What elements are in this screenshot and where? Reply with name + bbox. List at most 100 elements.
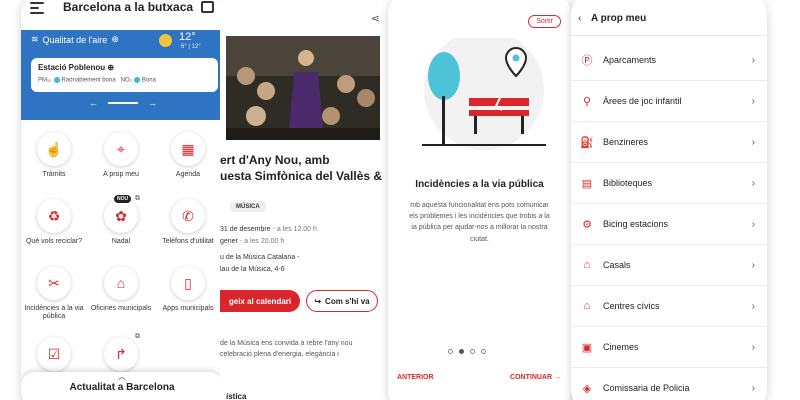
station-name: Estació Poblenou ⊕ bbox=[38, 63, 115, 72]
tile-label: Nadal bbox=[111, 238, 131, 245]
temperature: 12° bbox=[179, 31, 196, 43]
onboarding-description: mb aquesta funcionalitat ens pots comuni… bbox=[409, 202, 550, 243]
phone-icon: ✆ bbox=[171, 199, 205, 233]
list-item-aparcaments[interactable]: Ⓟ Aparcaments › bbox=[571, 40, 767, 81]
news-sheet-title: Actualitat a Barcelona bbox=[69, 382, 175, 393]
list-item-benzineres[interactable]: ⛽ Benzineres › bbox=[571, 122, 767, 163]
gift-icon: ✿ bbox=[104, 199, 138, 233]
page-dot-active[interactable] bbox=[459, 349, 464, 354]
fuel-icon: ⛽ bbox=[580, 136, 594, 149]
news-sheet[interactable]: ︿ Actualitat a Barcelona bbox=[21, 372, 223, 400]
share-arrow-icon: ↱ bbox=[104, 337, 138, 371]
chevron-right-icon: › bbox=[751, 300, 755, 312]
continue-button[interactable]: CONTINUAR → bbox=[510, 374, 561, 381]
air-quality-link[interactable]: ≋ Qualitat de l'aire ⊕ bbox=[31, 34, 119, 45]
cinema-icon: ▣ bbox=[581, 341, 593, 354]
station-card[interactable]: Estació Poblenou ⊕ PM₁₀ Raonablement bona… bbox=[31, 58, 218, 92]
chevron-right-icon: › bbox=[751, 177, 755, 189]
list-item-label: Biblioteques bbox=[603, 178, 653, 188]
arrow-left-icon[interactable]: ← bbox=[89, 98, 98, 108]
station-values: PM₁₀ Raonablement bona NO₂ Bona bbox=[38, 77, 156, 84]
previous-button[interactable]: ANTERIOR bbox=[397, 374, 434, 381]
external-link-icon: ⧉ bbox=[135, 333, 140, 340]
external-link-icon: ⧉ bbox=[135, 195, 140, 202]
list-item-label: Comissaria de Policia bbox=[603, 383, 690, 393]
chevron-right-icon: › bbox=[751, 259, 755, 271]
playground-icon: ⚲ bbox=[582, 95, 592, 108]
tile-agenda[interactable]: ▦ Agenda bbox=[155, 132, 221, 179]
location-pin-icon: ⌖ bbox=[104, 132, 138, 166]
page-dot[interactable] bbox=[448, 349, 453, 354]
list-item-cinemes[interactable]: ▣ Cinemes › bbox=[571, 327, 767, 368]
list-item-label: Casals bbox=[603, 260, 631, 270]
list-item-bicing[interactable]: ⚙ Bicing estacions › bbox=[571, 204, 767, 245]
arrow-right-icon[interactable]: → bbox=[148, 98, 157, 108]
directions-label: Com s'hi va bbox=[325, 296, 370, 306]
onboarding-screen: Sortir Incidències a la via pública mb a… bbox=[388, 0, 571, 400]
tile-nadal[interactable]: NOU ⧉ ✿ Nadal bbox=[88, 195, 154, 246]
tile-label: Incidències a la via pública bbox=[24, 305, 84, 321]
home-screen: Barcelona a la butxaca ≋ Qualitat de l'a… bbox=[21, 0, 223, 400]
list-item-label: Benzineres bbox=[603, 137, 649, 147]
directions-button[interactable]: ↪ Com s'hi va bbox=[306, 290, 378, 312]
chevron-right-icon: › bbox=[751, 136, 755, 148]
hamburger-icon[interactable] bbox=[30, 2, 44, 17]
chevron-right-icon: › bbox=[751, 218, 755, 230]
tile-share[interactable]: ⧉ ↱ bbox=[88, 333, 154, 371]
nearby-screen: ‹ A prop meu Ⓟ Aparcaments › ⚲ Àrees de … bbox=[571, 0, 767, 400]
chevron-right-icon: › bbox=[751, 95, 755, 107]
chevron-up-icon: ︿ bbox=[118, 372, 126, 381]
page-dot[interactable] bbox=[481, 349, 486, 354]
inbox-icon[interactable] bbox=[201, 1, 214, 13]
tile-a-prop-meu[interactable]: ⌖ A prop meu bbox=[88, 132, 154, 179]
pager-bar bbox=[108, 102, 138, 104]
tile-apps[interactable]: ▯ Apps municipals bbox=[155, 266, 221, 313]
nearby-header: ‹ A prop meu bbox=[571, 0, 767, 36]
office-pin-icon: ⌂ bbox=[104, 266, 138, 300]
hand-pointer-icon: ☝ bbox=[37, 132, 71, 166]
air-quality-label: Qualitat de l'aire bbox=[42, 34, 108, 45]
tile-checklist[interactable]: ☑ bbox=[21, 337, 87, 371]
list-item-casals[interactable]: ⌂ Casals › bbox=[571, 245, 767, 286]
tile-label: Telèfons d'utilitat bbox=[162, 238, 214, 245]
list-item-label: Centres cívics bbox=[603, 301, 660, 311]
tile-label: A prop meu bbox=[103, 171, 139, 178]
tile-incidencies[interactable]: ✂ Incidències a la via pública bbox=[21, 266, 87, 322]
chevron-right-icon: › bbox=[751, 54, 755, 66]
tools-icon: ✂ bbox=[37, 266, 71, 300]
list-item-comissaria[interactable]: ◈ Comissaria de Policia › bbox=[571, 368, 767, 400]
police-icon: ◈ bbox=[582, 382, 592, 395]
page-dot[interactable] bbox=[470, 349, 475, 354]
list-item-arees-joc[interactable]: ⚲ Àrees de joc infantil › bbox=[571, 81, 767, 122]
event-title: ert d'Any Nou, amb uesta Simfònica del V… bbox=[220, 153, 383, 184]
nearby-list: Ⓟ Aparcaments › ⚲ Àrees de joc infantil … bbox=[571, 40, 767, 400]
list-item-label: Aparcaments bbox=[603, 55, 657, 65]
list-item-centres-civics[interactable]: ⌂ Centres cívics › bbox=[571, 286, 767, 327]
recycle-icon: ♻ bbox=[37, 199, 71, 233]
add-to-calendar-button[interactable]: geix al calendari bbox=[220, 290, 300, 312]
app-title: Barcelona a la butxaca bbox=[63, 0, 194, 14]
sun-icon bbox=[159, 34, 172, 47]
list-item-biblioteques[interactable]: ▤ Biblioteques › bbox=[571, 163, 767, 204]
tile-reciclar[interactable]: ♻ Què vols reciclar? bbox=[21, 199, 87, 246]
broken-bench-illustration bbox=[422, 38, 546, 150]
tile-tramits[interactable]: ☝ Tràmits bbox=[21, 132, 87, 179]
casal-icon: ⌂ bbox=[583, 259, 591, 271]
event-venue-2: lau de la Música, 4-6 bbox=[220, 266, 285, 273]
tile-label: Què vols reciclar? bbox=[25, 238, 83, 245]
share-icon[interactable]: ⋖ bbox=[371, 12, 380, 25]
event-date-1: 31 de desembre - a les 12.00 h bbox=[220, 226, 317, 233]
air-quality-icon: ≋ bbox=[31, 34, 39, 44]
event-photo bbox=[226, 36, 380, 140]
list-item-label: Cinemes bbox=[603, 342, 639, 352]
back-icon[interactable]: ‹ bbox=[578, 13, 581, 24]
page-title: A prop meu bbox=[591, 13, 647, 24]
tile-oficines[interactable]: ⌂ Oficines municipals bbox=[88, 266, 154, 313]
exit-button[interactable]: Sortir bbox=[528, 15, 561, 28]
temperature-range: 6° | 12° bbox=[181, 44, 201, 50]
category-tag: MÚSICA bbox=[230, 202, 266, 212]
chevron-right-icon: › bbox=[751, 382, 755, 394]
tile-telefons[interactable]: ✆ Telèfons d'utilitat bbox=[155, 199, 221, 246]
page-indicator bbox=[448, 349, 486, 354]
orchestra-photo bbox=[226, 36, 380, 140]
